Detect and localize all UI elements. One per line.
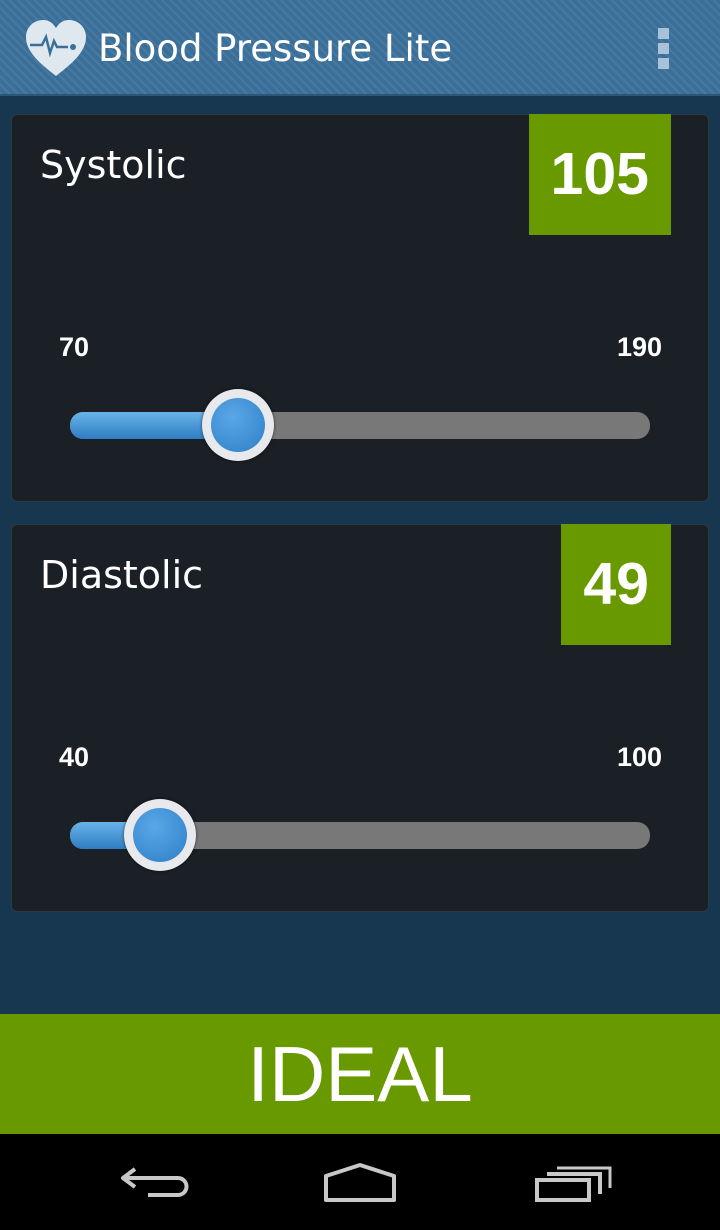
systolic-max-label: 190 xyxy=(616,332,662,362)
heart-pulse-icon xyxy=(26,20,86,76)
app-title: Blood Pressure Lite xyxy=(98,27,453,70)
diastolic-value-badge: 49 xyxy=(561,524,671,645)
systolic-slider[interactable] xyxy=(70,389,650,461)
diastolic-min-label: 40 xyxy=(59,742,90,772)
slider-thumb[interactable] xyxy=(123,799,196,871)
systolic-value-badge: 105 xyxy=(528,114,671,235)
diastolic-label: Diastolic xyxy=(40,553,204,597)
systolic-min-label: 70 xyxy=(59,332,90,362)
diastolic-card: Diastolic 49 40 100 xyxy=(11,524,709,912)
home-icon[interactable] xyxy=(315,1158,405,1208)
status-banner: IDEAL xyxy=(0,1014,720,1134)
recents-icon[interactable] xyxy=(525,1158,615,1208)
action-bar: Blood Pressure Lite xyxy=(0,0,720,96)
diastolic-slider[interactable] xyxy=(70,799,650,871)
slider-thumb[interactable] xyxy=(202,389,275,461)
navigation-bar xyxy=(0,1134,720,1230)
systolic-card: Systolic 105 70 190 xyxy=(11,114,709,502)
overflow-menu-icon[interactable] xyxy=(650,26,678,72)
diastolic-max-label: 100 xyxy=(616,742,662,772)
back-icon[interactable] xyxy=(110,1158,200,1208)
systolic-label: Systolic xyxy=(40,143,187,187)
